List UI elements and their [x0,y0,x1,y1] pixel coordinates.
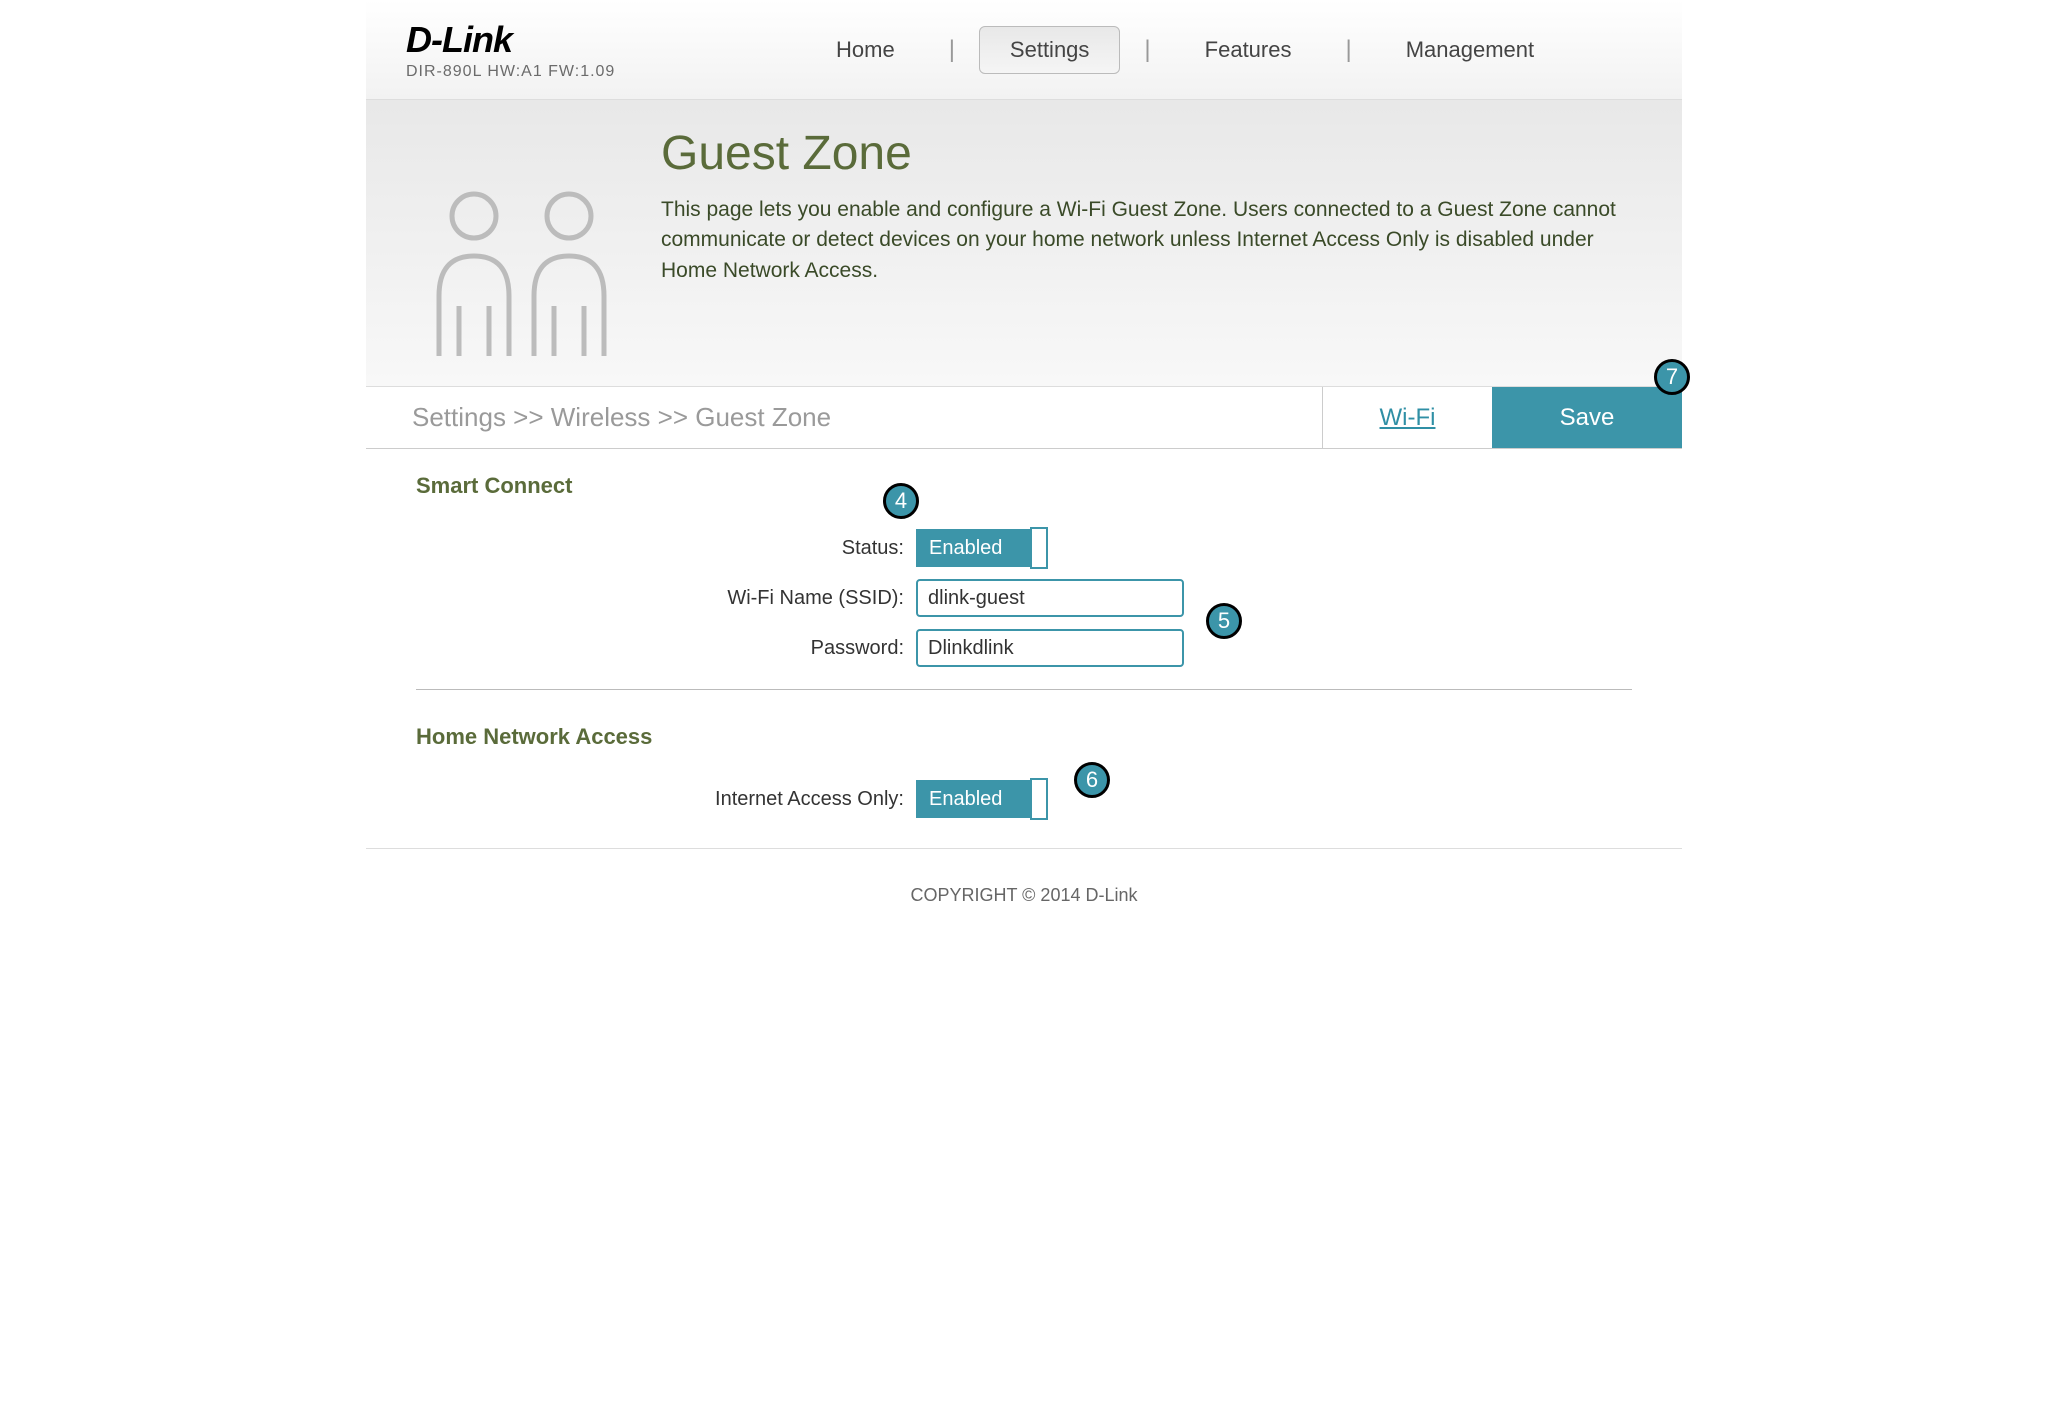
status-toggle[interactable]: Enabled [916,529,1048,567]
breadcrumb: Settings >> Wireless >> Guest Zone [366,387,1322,448]
guest-users-icon [366,126,661,356]
logo-area: D-Link DIR-890L HW:A1 FW:1.09 [366,19,666,81]
internet-access-only-toggle[interactable]: Enabled [916,780,1048,818]
nav-features[interactable]: Features [1175,27,1322,73]
brand-logo: D-Link [406,19,666,61]
internet-access-only-label: Internet Access Only: [416,788,916,811]
callout-6: 6 [1074,762,1110,798]
nav-settings[interactable]: Settings [979,26,1121,74]
toggle-handle-icon [1030,527,1048,569]
breadcrumb-row: Settings >> Wireless >> Guest Zone Wi-Fi… [366,387,1682,449]
ssid-label: Wi-Fi Name (SSID): [416,587,916,610]
nav-management[interactable]: Management [1376,27,1564,73]
nav-separator: | [1345,36,1351,64]
model-info: DIR-890L HW:A1 FW:1.09 [406,63,666,81]
internet-access-only-toggle-label: Enabled [918,788,1002,811]
password-label: Password: [416,637,916,660]
footer-copyright: COPYRIGHT © 2014 D-Link [366,848,1682,956]
status-toggle-label: Enabled [918,537,1002,560]
smart-connect-title: Smart Connect [416,473,1632,499]
ssid-input[interactable] [916,579,1184,617]
page-description: This page lets you enable and configure … [661,195,1642,286]
wifi-button[interactable]: Wi-Fi [1322,387,1492,448]
password-input[interactable] [916,629,1184,667]
save-button[interactable]: Save [1492,387,1682,448]
hero: Guest Zone This page lets you enable and… [366,100,1682,387]
page-title: Guest Zone [661,126,1642,181]
section-divider [416,689,1632,690]
top-navbar: D-Link DIR-890L HW:A1 FW:1.09 Home | Set… [366,0,1682,100]
status-label: Status: [416,537,916,560]
nav-home[interactable]: Home [806,27,925,73]
callout-4: 4 [883,483,919,519]
section-home-network-access: Home Network Access Internet Access Only… [366,700,1682,818]
callout-7: 7 [1654,359,1690,395]
nav-tabs: Home | Settings | Features | Management [806,26,1564,74]
toggle-handle-icon [1030,778,1048,820]
home-network-access-title: Home Network Access [416,724,1632,750]
nav-separator: | [1144,36,1150,64]
callout-5: 5 [1206,603,1242,639]
section-smart-connect: Smart Connect Status: Enabled 4 Wi-Fi Na… [366,449,1682,667]
nav-separator: | [949,36,955,64]
